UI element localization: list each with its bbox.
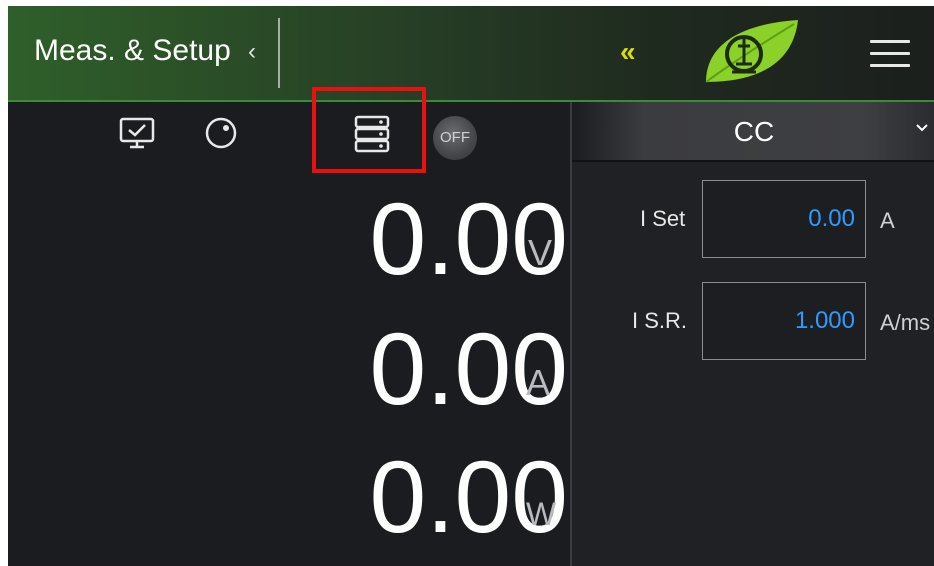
header-divider: [278, 18, 280, 88]
page-title[interactable]: Meas. & Setup: [34, 34, 231, 68]
settings-panel: CC I Set 0.00 A I S.R. 1.000 A/ms: [570, 102, 934, 566]
output-status-badge[interactable]: OFF: [433, 116, 477, 160]
highlight-box: [312, 87, 426, 173]
i-sr-label: I S.R.: [632, 308, 688, 333]
i-sr-value: 1.000: [794, 307, 855, 334]
mode-label: CC: [733, 116, 775, 147]
i-set-label: I Set: [640, 206, 686, 231]
i-sr-unit: A/ms: [880, 310, 931, 335]
title-chevron-icon[interactable]: ‹: [248, 38, 256, 66]
menu-line: [870, 64, 910, 67]
i-set-value: 0.00: [808, 205, 855, 232]
mode-selector[interactable]: CC: [572, 102, 934, 162]
collapse-panel-button[interactable]: «: [620, 36, 635, 68]
app-window: Meas. & Setup ‹ « OFF 0.00 V 0.00 A 0.00…: [8, 6, 934, 566]
menu-line: [870, 52, 910, 55]
menu-line: [870, 40, 910, 43]
i-set-field[interactable]: 0.00: [702, 180, 866, 258]
power-unit: W: [526, 496, 557, 532]
i-sr-field[interactable]: 1.000: [702, 282, 866, 360]
hamburger-menu-icon[interactable]: [870, 40, 910, 68]
chevron-down-icon[interactable]: [914, 120, 930, 136]
monitor-check-icon[interactable]: [118, 116, 156, 150]
leaf-omega-logo: [705, 20, 798, 83]
i-set-unit: A: [880, 208, 895, 233]
knob-icon[interactable]: [204, 116, 238, 150]
current-unit: A: [526, 362, 551, 403]
header-bar: Meas. & Setup ‹ «: [8, 6, 934, 102]
voltage-unit: V: [528, 232, 553, 273]
